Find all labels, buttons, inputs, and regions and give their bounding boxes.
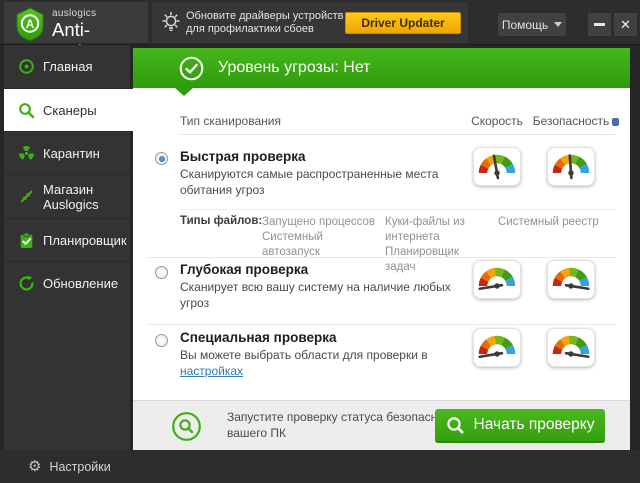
settings-button[interactable]: ⚙ Настройки [28,459,111,474]
file-types-column: Запущено процессов Системный автозапуск [262,215,380,260]
file-types-column: Системный реестр [498,215,616,230]
magnifier-icon [16,102,36,119]
auslogics-shield-logo-icon: A [14,7,46,41]
divider [148,257,616,258]
status-bar: ⚙ Настройки [0,450,640,483]
sidebar-item-label: Главная [43,59,92,74]
speed-gauge [473,147,521,187]
help-button[interactable]: Помощь [498,13,566,36]
safety-gauge [547,260,595,300]
sidebar-item-scheduler[interactable]: Планировщик [4,218,130,261]
start-scan-label: Начать проверку [474,416,595,434]
sidebar-item-update[interactable]: Обновление [4,261,130,304]
sidebar-item-quarantine[interactable]: Магазин Auslogics Карантин [4,131,130,174]
sidebar-item-label: Планировщик [43,233,127,248]
divider [180,134,616,135]
driver-notification-text: Обновите драйверы устройств для профилак… [186,10,344,36]
sidebar: Главная Сканеры Магазин Auslogics К [4,45,130,450]
column-header-safety: Безопасность [529,114,613,128]
column-header-speed: Скорость [457,114,537,128]
sidebar-item-store[interactable]: Магазин Auslogics [4,174,130,218]
minimize-button[interactable] [588,13,611,36]
close-icon: ✕ [620,17,631,33]
target-icon [16,58,36,75]
action-bar: Запустите проверку статуса безопасности … [133,400,630,450]
chevron-down-icon [554,22,562,27]
lightbulb-icon [159,11,183,35]
speed-gauge [473,260,521,300]
scan-status-icon [171,411,202,442]
divider [180,209,616,210]
divider [148,324,616,325]
radiation-icon [16,145,36,162]
settings-link[interactable]: настройках [180,364,243,378]
column-header-scan-type: Тип сканирования [180,114,281,128]
help-button-label: Помощь [502,18,548,32]
sidebar-item-label: Карантин [43,146,100,161]
driver-updater-button[interactable]: Driver Updater [345,12,461,34]
minimize-icon [594,23,605,26]
gear-icon: ⚙ [28,459,41,474]
brand-panel: A auslogics Anti-Malware [4,2,148,43]
sidebar-item-label: Магазин Auslogics [43,182,113,212]
brand-name-small: auslogics [52,8,96,19]
column-info-icon [612,118,619,126]
driver-notification-panel: Обновите драйверы устройств для профилак… [152,2,468,43]
sidebar-item-label: Сканеры [43,103,97,118]
quick-scan-radio[interactable] [155,152,168,165]
settings-label: Настройки [49,460,110,474]
banner-pointer [175,88,193,96]
clipboard-check-icon [16,232,36,249]
sidebar-item-home[interactable]: Главная [4,45,130,88]
sidebar-item-label: Обновление [43,276,118,291]
file-types-label: Типы файлов: [180,215,262,227]
scan-status-message: Запустите проверку статуса безопасности … [227,410,462,441]
svg-text:A: A [26,19,34,31]
deep-scan-radio[interactable] [155,266,168,279]
scan-title: Специальная проверка [180,330,336,345]
safety-gauge [547,328,595,368]
scan-description: Сканирует всю вашу систему на наличие лю… [180,280,452,311]
refresh-icon [16,275,36,292]
threat-level-banner: Уровень угрозы: Нет [133,48,630,88]
app-window: A auslogics Anti-Malware Обновите драйве… [0,0,640,483]
start-scan-button[interactable]: Начать проверку [435,409,605,443]
scan-title: Глубокая проверка [180,262,308,277]
main-panel: Уровень угрозы: Нет Тип сканирования Ско… [133,48,630,450]
check-circle-icon [179,56,204,81]
scan-title: Быстрая проверка [180,149,306,164]
sidebar-item-scanners[interactable]: Сканеры [4,88,133,131]
scan-description-text: Вы можете выбрать области для проверки в [180,348,428,362]
custom-scan-radio[interactable] [155,334,168,347]
scan-description: Вы можете выбрать области для проверки в… [180,348,440,379]
threat-level-text: Уровень угрозы: Нет [218,59,371,77]
exchange-arrows-icon [16,188,36,205]
safety-gauge [547,147,595,187]
title-bar: A auslogics Anti-Malware Обновите драйве… [0,0,640,45]
magnifier-icon [446,416,465,435]
close-button[interactable]: ✕ [614,13,637,36]
scan-description: Сканируются самые распространенные места… [180,167,448,198]
speed-gauge [473,328,521,368]
